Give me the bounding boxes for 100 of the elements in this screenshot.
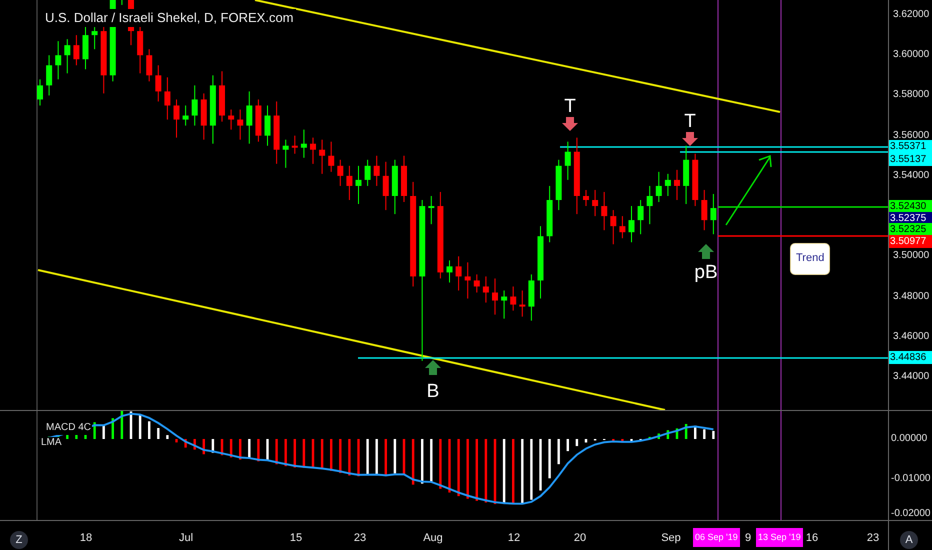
histogram-bar bbox=[530, 439, 533, 500]
histogram-bar bbox=[130, 411, 132, 439]
annotation-label: B bbox=[426, 380, 440, 404]
candle bbox=[64, 38, 70, 74]
price-label: 3.44836 bbox=[889, 351, 932, 364]
price-tick-label: 3.62000 bbox=[893, 9, 930, 22]
histogram-bar bbox=[576, 439, 578, 446]
histogram-bar bbox=[394, 439, 396, 474]
candle bbox=[246, 90, 252, 144]
histogram-bar bbox=[676, 428, 678, 439]
candle bbox=[192, 84, 198, 126]
histogram-bar bbox=[412, 439, 414, 485]
histogram-bar bbox=[484, 439, 488, 502]
histogram-bar bbox=[330, 439, 332, 471]
candle bbox=[564, 141, 571, 180]
price-tick-label: 3.60000 bbox=[893, 49, 930, 62]
histogram-bar bbox=[148, 421, 150, 439]
time-tick-label: 23 bbox=[866, 532, 880, 546]
price-tick-label: 3.58000 bbox=[893, 89, 930, 102]
histogram-bar bbox=[703, 429, 706, 439]
candle bbox=[556, 159, 562, 211]
histogram-bar bbox=[694, 426, 696, 439]
candle bbox=[310, 137, 316, 164]
histogram-bar bbox=[384, 439, 387, 476]
histogram-bar bbox=[248, 439, 250, 459]
indicator-title: MACD 4C bbox=[45, 422, 92, 434]
candle bbox=[146, 48, 152, 82]
candle bbox=[510, 286, 516, 312]
histogram-bar bbox=[712, 430, 715, 439]
candle bbox=[474, 274, 480, 294]
candle bbox=[546, 185, 553, 243]
candle bbox=[519, 290, 526, 318]
candle bbox=[664, 173, 671, 196]
candle bbox=[646, 185, 653, 225]
candle bbox=[601, 191, 608, 231]
candle bbox=[482, 276, 489, 304]
candle bbox=[428, 196, 434, 225]
price-tick-label: 3.56000 bbox=[893, 130, 930, 142]
histogram-bar bbox=[439, 439, 442, 489]
histogram-bar bbox=[402, 439, 406, 474]
histogram-bar bbox=[257, 439, 260, 462]
histogram-bar bbox=[457, 439, 460, 496]
candle bbox=[200, 92, 207, 140]
price-label: 3.55137 bbox=[889, 153, 932, 166]
date-marker: 13 Sep '19 bbox=[756, 528, 803, 548]
candle bbox=[446, 260, 452, 283]
candle bbox=[401, 155, 407, 203]
price-tick-label: 3.54000 bbox=[893, 170, 930, 182]
histogram-bar bbox=[320, 439, 324, 470]
candle bbox=[37, 78, 43, 106]
histogram-bar bbox=[184, 439, 187, 448]
candle bbox=[683, 145, 690, 205]
scale-toggle-button[interactable]: A bbox=[900, 531, 918, 549]
up-arrow-icon bbox=[698, 244, 714, 259]
candle bbox=[219, 70, 225, 122]
candle bbox=[292, 135, 298, 154]
up-arrow-icon bbox=[425, 360, 441, 375]
histogram-bar bbox=[584, 439, 588, 443]
candle bbox=[656, 171, 662, 203]
price-label: 3.52325 bbox=[889, 223, 932, 236]
time-tick-label: 16 bbox=[806, 532, 818, 546]
candle bbox=[319, 139, 326, 174]
histogram-bar bbox=[621, 439, 624, 442]
candle bbox=[456, 256, 462, 291]
histogram-bar bbox=[648, 436, 651, 439]
price-tick-label: 3.50000 bbox=[893, 250, 930, 262]
candle bbox=[619, 216, 626, 239]
histogram-bar bbox=[448, 439, 451, 493]
histogram-bar bbox=[339, 439, 342, 474]
histogram-bar bbox=[539, 439, 542, 490]
candle bbox=[592, 189, 598, 217]
candle bbox=[492, 278, 498, 316]
candle bbox=[692, 153, 698, 207]
candle bbox=[164, 76, 170, 120]
time-tick-label: Jul bbox=[178, 532, 194, 546]
histogram-bar bbox=[512, 439, 514, 504]
candle bbox=[55, 40, 62, 80]
candle bbox=[274, 100, 280, 164]
indicator-tick-label: -0.02000 bbox=[891, 508, 930, 520]
candle bbox=[174, 98, 180, 138]
histogram-bar bbox=[666, 430, 670, 439]
scale-toggle-button[interactable]: Z bbox=[10, 531, 28, 549]
time-tick-label: 18 bbox=[80, 532, 92, 546]
candle bbox=[337, 159, 344, 186]
histogram-bar bbox=[120, 411, 124, 439]
histogram-bar bbox=[102, 425, 105, 439]
candle bbox=[356, 165, 362, 205]
candle bbox=[583, 189, 589, 207]
candle bbox=[237, 109, 244, 140]
histogram-bar bbox=[684, 424, 688, 439]
histogram-bar bbox=[466, 439, 469, 499]
histogram-bar bbox=[421, 439, 424, 484]
chart-title: U.S. Dollar / Israeli Shekel, D, FOREX.com bbox=[43, 9, 296, 28]
time-tick-label: 12 bbox=[508, 532, 520, 546]
histogram-bar bbox=[175, 439, 178, 442]
time-tick-label: 20 bbox=[574, 532, 586, 546]
candle bbox=[210, 74, 216, 144]
histogram-bar bbox=[294, 439, 296, 468]
candle bbox=[255, 98, 262, 142]
histogram-bar bbox=[430, 439, 432, 482]
